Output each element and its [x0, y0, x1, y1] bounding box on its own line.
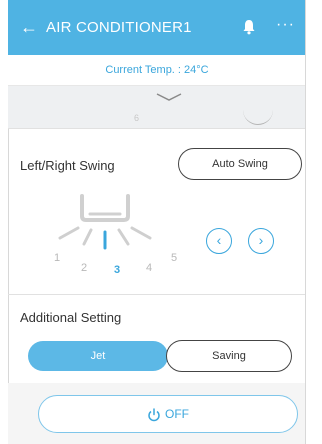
left-right-swing-title: Left/Right Swing	[20, 158, 115, 173]
swing-line-4	[117, 228, 130, 246]
swing-direction-icon	[58, 194, 152, 250]
swing-position-4[interactable]: 4	[146, 262, 152, 274]
saving-button[interactable]: Saving	[166, 340, 292, 372]
page-title: AIR CONDITIONER1	[46, 19, 192, 36]
back-arrow-icon[interactable]: ←	[20, 17, 38, 37]
power-off-button[interactable]: OFF	[38, 395, 298, 433]
swing-position-3[interactable]: 3	[114, 264, 120, 276]
app-frame: ← AIR CONDITIONER1 ··· Current Temp. : 2…	[8, 0, 306, 444]
swing-prev-button[interactable]: ‹	[206, 228, 232, 254]
auto-swing-button[interactable]: Auto Swing	[178, 148, 302, 180]
additional-setting-title: Additional Setting	[20, 310, 122, 325]
faint-arc-icon	[243, 102, 273, 125]
swing-position-1[interactable]: 1	[54, 252, 60, 264]
more-icon[interactable]: ···	[276, 17, 295, 33]
current-temp-label: Current Temp. : 24°C	[105, 64, 209, 76]
app-header: ← AIR CONDITIONER1 ···	[8, 0, 306, 55]
swing-line-5	[130, 226, 152, 240]
swing-line-2	[82, 228, 93, 246]
bell-icon[interactable]	[242, 19, 256, 40]
power-icon	[148, 408, 160, 422]
swing-position-5[interactable]: 5	[171, 252, 177, 264]
faint-position-digit: 6	[134, 113, 140, 123]
section-divider	[8, 294, 306, 295]
current-temp-bar: Current Temp. : 24°C	[8, 55, 306, 86]
chevron-down-icon[interactable]	[156, 92, 182, 102]
power-label: OFF	[165, 407, 189, 421]
swing-position-2[interactable]: 2	[81, 262, 87, 274]
swing-line-1	[58, 226, 80, 240]
jet-button[interactable]: Jet	[28, 341, 168, 371]
swing-next-button[interactable]: ›	[248, 228, 274, 254]
